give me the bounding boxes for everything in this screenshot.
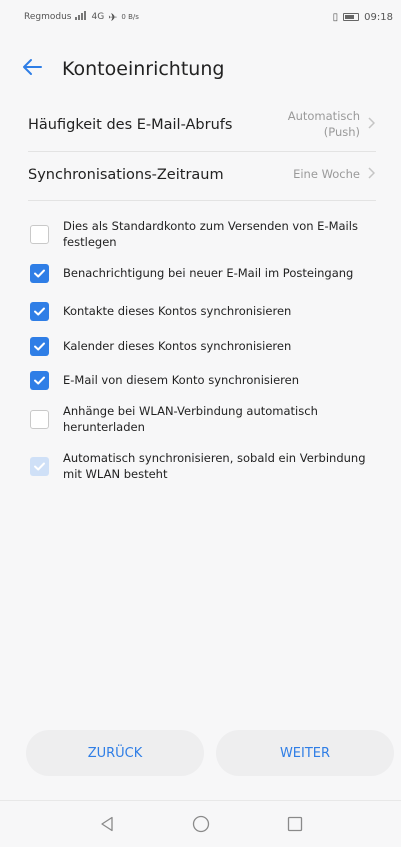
- airplane-icon: ✈: [108, 10, 118, 24]
- fetch-frequency-label: Häufigkeit des E-Mail-Abrufs: [28, 117, 233, 133]
- fetch-frequency-value-group: Automatisch (Push): [288, 109, 376, 140]
- option-sync-contacts[interactable]: Kontakte dieses Kontos synchronisieren: [0, 302, 401, 321]
- option-download-attachments-wlan[interactable]: Anhänge bei WLAN-Verbindung automatisch …: [0, 404, 401, 435]
- option-sync-email[interactable]: E-Mail von diesem Konto synchronisieren: [0, 371, 401, 390]
- back-arrow-icon[interactable]: [22, 58, 62, 81]
- fetch-frequency-value: Automatisch (Push): [288, 109, 360, 140]
- option-label: E-Mail von diesem Konto synchronisieren: [63, 372, 299, 387]
- option-label: Dies als Standardkonto zum Versenden von…: [63, 219, 358, 249]
- signal-icon: [75, 11, 87, 23]
- chevron-right-icon: [368, 117, 376, 133]
- checkbox-checked-icon[interactable]: [30, 264, 49, 283]
- sync-period-value-group: Eine Woche: [293, 167, 376, 183]
- option-label: Kontakte dieses Kontos synchronisieren: [63, 303, 292, 318]
- checkbox-checked-icon[interactable]: [30, 337, 49, 356]
- status-right: ▯ 09:18: [333, 12, 393, 23]
- next-button[interactable]: WEITER: [216, 730, 394, 776]
- nav-back-icon[interactable]: [95, 812, 119, 836]
- option-label: Kalender dieses Kontos synchronisieren: [63, 338, 292, 353]
- checkbox-unchecked-icon[interactable]: [30, 410, 49, 430]
- checkbox-checked-icon[interactable]: [30, 302, 49, 321]
- sync-period-label: Synchronisations-Zeitraum: [28, 167, 224, 183]
- divider: [28, 151, 376, 152]
- nav-home-icon[interactable]: [189, 812, 213, 836]
- option-label: Benachrichtigung bei neuer E-Mail im Pos…: [63, 265, 354, 280]
- app-bar: Kontoeinrichtung: [0, 40, 401, 98]
- option-default-account[interactable]: Dies als Standardkonto zum Versenden von…: [0, 219, 401, 250]
- option-new-mail-notification[interactable]: Benachrichtigung bei neuer E-Mail im Pos…: [0, 264, 401, 283]
- battery-icon: [343, 13, 360, 21]
- clock: 09:18: [364, 11, 393, 23]
- network-label: 4G: [91, 12, 105, 22]
- option-sync-calendar[interactable]: Kalender dieses Kontos synchronisieren: [0, 337, 401, 356]
- fetch-frequency-value-line1: Automatisch: [287, 109, 360, 124]
- vibrate-icon: ▯: [332, 11, 339, 23]
- divider: [28, 200, 376, 201]
- option-label: Anhänge bei WLAN-Verbindung automatisch …: [63, 404, 318, 434]
- fetch-frequency-setting[interactable]: Häufigkeit des E-Mail-Abrufs Automatisch…: [0, 104, 401, 146]
- system-nav-bar: [0, 800, 401, 847]
- option-auto-sync-wlan[interactable]: Automatisch synchronisieren, sobald ein …: [0, 451, 401, 482]
- status-bar: Regmodus 4G ✈ 0 B/s ▯ 09:18: [0, 0, 401, 34]
- checkbox-unchecked-icon[interactable]: [30, 225, 49, 245]
- back-button[interactable]: ZURÜCK: [26, 730, 204, 776]
- chevron-right-icon: [368, 167, 376, 183]
- nav-recents-icon[interactable]: [283, 812, 307, 836]
- status-left: Regmodus 4G ✈ 0 B/s: [24, 11, 139, 24]
- option-label: Automatisch synchronisieren, sobald ein …: [63, 451, 366, 481]
- page-title: Kontoeinrichtung: [62, 58, 225, 80]
- sync-period-setting[interactable]: Synchronisations-Zeitraum Eine Woche: [0, 156, 401, 194]
- carrier-label: Regmodus: [24, 12, 72, 22]
- fetch-frequency-value-line2: (Push): [323, 125, 360, 139]
- speed-label: 0 B/s: [121, 13, 139, 21]
- checkbox-disabled-icon[interactable]: [30, 457, 49, 477]
- sync-period-value: Eine Woche: [293, 167, 360, 182]
- checkbox-checked-icon[interactable]: [30, 371, 49, 390]
